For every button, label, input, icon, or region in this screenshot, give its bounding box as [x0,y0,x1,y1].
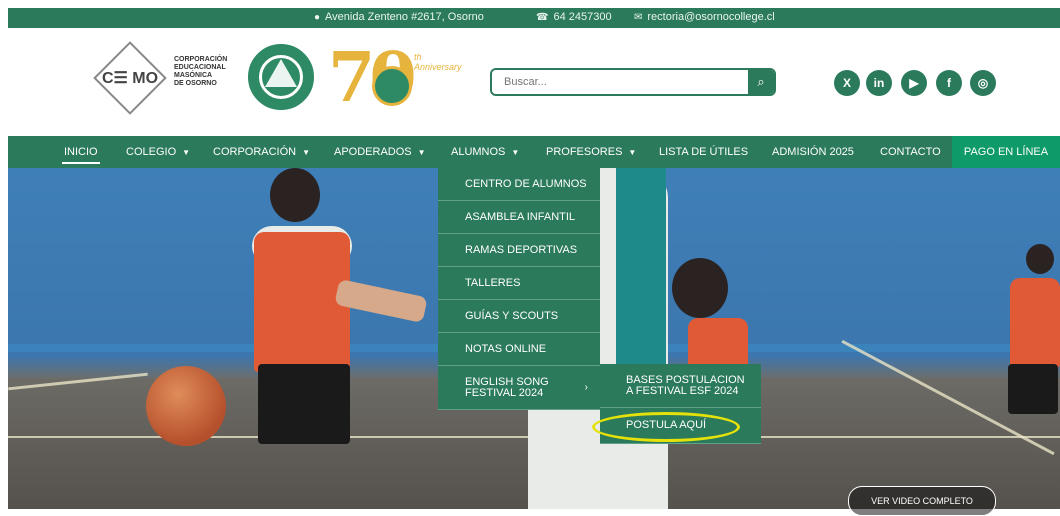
dropdown-label: ASAMBLEA INFANTIL [465,211,576,223]
chevron-down-icon: ▼ [182,147,191,157]
chevron-down-icon: ▼ [628,147,637,157]
corporation-line: EDUCACIONAL [174,64,226,71]
dropdown-label: CENTRO DE ALUMNOS [465,178,587,190]
nav-item-lista-utiles[interactable]: LISTA DE ÚTILES [659,136,748,168]
dropdown-label: ENGLISH SONG FESTIVAL 2024 [465,375,549,399]
main-nav: INICIO COLEGIO ▼ CORPORACIÓN ▼ APODERADO… [8,136,1060,168]
nav-label: CORPORACIÓN [213,146,297,158]
dropdown-item-notas-online[interactable]: NOTAS ONLINE [438,333,600,366]
player-head [672,258,728,318]
anniversary-badge [372,66,412,106]
dropdown-item-asamblea-infantil[interactable]: ASAMBLEA INFANTIL [438,201,600,234]
pay-online-button[interactable]: PAGO EN LÍNEA [952,136,1060,168]
player-center-stripe [616,168,666,368]
chevron-down-icon: ▼ [417,147,426,157]
linkedin-icon[interactable]: in [866,70,892,96]
phone-icon: ☎ [536,11,549,23]
youtube-icon[interactable]: ▶ [901,70,927,96]
anniversary-word: th Anniversary [414,52,462,72]
basketball [146,366,226,446]
player-shorts [1008,364,1058,414]
email-text[interactable]: rectoria@osornocollege.cl [647,11,774,23]
nav-item-corporacion[interactable]: CORPORACIÓN ▼ [213,136,310,168]
search-input[interactable] [492,70,748,94]
address-item: ● Avenida Zenteno #2617, Osorno [314,11,484,23]
x-icon[interactable]: X [834,70,860,96]
dropdown-item-ramas-deportivas[interactable]: RAMAS DEPORTIVAS [438,234,600,267]
corporation-name: CORPORACIÓN EDUCACIONAL MASÓNICA DE OSOR… [174,56,248,88]
facebook-icon[interactable]: f [936,70,962,96]
dropdown-item-guias-scouts[interactable]: GUÍAS Y SCOUTS [438,300,600,333]
nav-item-alumnos[interactable]: ALUMNOS ▼ [451,136,519,168]
phone-text[interactable]: 64 2457300 [553,11,611,23]
nav-item-inicio[interactable]: INICIO [62,136,100,168]
search-button[interactable]: ⌕ [748,70,774,94]
anniversary-logo: 70 th Anniversary [326,38,462,118]
top-contact-bar: ● Avenida Zenteno #2617, Osorno ☎ 64 245… [8,8,1060,28]
corporation-line: CORPORACIÓN [174,56,228,63]
dropdown-item-centro-alumnos[interactable]: CENTRO DE ALUMNOS [438,168,600,201]
nav-item-contacto[interactable]: CONTACTO [880,136,941,168]
search-box: ⌕ [490,68,776,96]
phone-item[interactable]: ☎ 64 2457300 [536,11,612,23]
corporation-line: MASÓNICA [174,72,213,79]
nav-label: LISTA DE ÚTILES [659,146,749,158]
dropdown-label: NOTAS ONLINE [465,343,547,355]
highlight-ellipse [592,412,740,442]
nav-item-profesores[interactable]: PROFESORES ▼ [546,136,636,168]
dropdown-item-english-song-festival[interactable]: ENGLISH SONG FESTIVAL 2024 › [438,366,600,410]
player-head [1026,244,1054,274]
instagram-icon[interactable]: ◎ [970,70,996,96]
dropdown-label: TALLERES [465,277,521,289]
nav-label: APODERADOS [334,146,412,158]
dropdown-label: RAMAS DEPORTIVAS [465,244,578,256]
cemo-mark-text: C☰ MO [101,69,159,87]
watch-full-video-button[interactable]: VER VIDEO COMPLETO [848,486,996,516]
chevron-down-icon: ▼ [511,147,520,157]
nav-label: COLEGIO [126,146,177,158]
address-text: Avenida Zenteno #2617, Osorno [325,11,484,23]
location-pin-icon: ● [314,11,321,23]
chevron-down-icon: ▼ [302,147,311,157]
site-header: C☰ MO CORPORACIÓN EDUCACIONAL MASÓNICA D… [8,28,1060,136]
chevron-right-icon: › [584,382,588,393]
nav-item-colegio[interactable]: COLEGIO ▼ [126,136,190,168]
nav-label: ADMISIÓN 2025 [772,146,854,158]
email-item[interactable]: ✉ rectoria@osornocollege.cl [634,11,775,23]
nav-label: INICIO [64,146,98,158]
player-vest [1010,278,1060,368]
search-icon: ⌕ [757,74,765,89]
corporation-line: DE OSORNO [174,80,217,87]
logo-triangle [265,59,297,87]
submenu-item-bases[interactable]: BASES POSTULACION A FESTIVAL ESF 2024 [600,364,761,408]
osorno-college-logo[interactable] [248,44,314,110]
submenu-label: BASES POSTULACION A FESTIVAL ESF 2024 [626,373,745,397]
nav-label: PROFESORES [546,146,623,158]
dropdown-item-talleres[interactable]: TALLERES [438,267,600,300]
nav-label: CONTACTO [880,146,941,158]
nav-label: ALUMNOS [451,146,506,158]
player-shorts [258,364,350,444]
alumnos-dropdown: CENTRO DE ALUMNOS ASAMBLEA INFANTIL RAMA… [438,168,600,410]
player-head [270,168,320,222]
nav-item-apoderados[interactable]: APODERADOS ▼ [334,136,426,168]
envelope-icon: ✉ [634,11,643,23]
cemo-logo[interactable]: C☰ MO [93,41,167,115]
dropdown-label: GUÍAS Y SCOUTS [465,310,559,322]
nav-item-admision[interactable]: ADMISIÓN 2025 [772,136,854,168]
